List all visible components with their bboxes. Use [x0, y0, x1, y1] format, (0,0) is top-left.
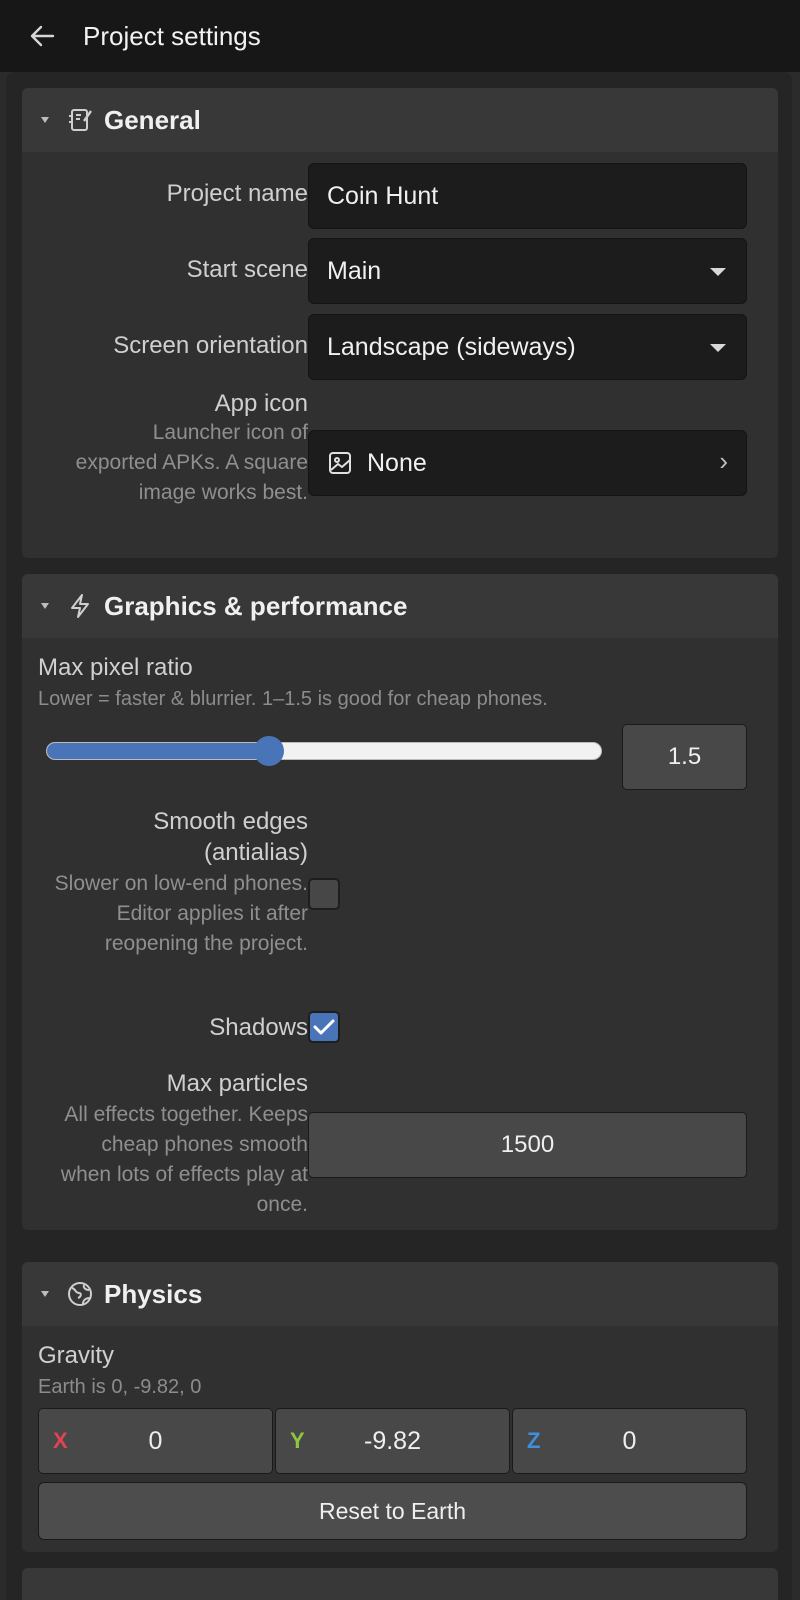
dropdown-arrow-icon: [710, 344, 726, 352]
chevron-right-icon: ›: [719, 446, 728, 476]
pixel-ratio-label: Max pixel ratio: [38, 654, 193, 681]
pixel-ratio-slider[interactable]: [46, 736, 602, 766]
max-particles-help: All effects together. Keeps cheap phones…: [60, 1103, 308, 1216]
caret-down-icon: [41, 603, 49, 609]
pixel-ratio-help: Lower = faster & blurrier. 1–1.5 is good…: [38, 688, 548, 710]
settings-panel: General Project name Coin Hunt Start sce…: [6, 72, 792, 1600]
arrow-left-icon: [30, 25, 55, 47]
edit-icon: [66, 106, 94, 134]
physics-section: Physics Gravity Earth is 0, -9.82, 0 X 0…: [22, 1262, 778, 1552]
general-section: General Project name Coin Hunt Start sce…: [22, 88, 778, 558]
start-scene-value: Main: [327, 256, 382, 285]
slider-fill: [47, 743, 269, 759]
dropdown-arrow-icon: [710, 268, 726, 276]
start-scene-select[interactable]: Main: [308, 238, 747, 304]
physics-section-header[interactable]: Physics: [22, 1262, 778, 1326]
project-name-input[interactable]: Coin Hunt: [308, 163, 747, 229]
caret-down-icon: [41, 1291, 49, 1297]
gravity-x-input[interactable]: X 0: [38, 1408, 273, 1474]
graphics-section-header[interactable]: Graphics & performance: [22, 574, 778, 638]
pixel-ratio-input[interactable]: 1.5: [622, 724, 747, 790]
antialias-checkbox[interactable]: [308, 878, 340, 910]
globe-icon: [66, 1280, 94, 1308]
orientation-label: Screen orientation: [113, 332, 308, 359]
gravity-x-value: 0: [148, 1427, 163, 1455]
reset-to-earth-button[interactable]: Reset to Earth: [38, 1482, 747, 1540]
caret-down-icon: [41, 117, 49, 123]
general-section-title: General: [104, 104, 201, 135]
graphics-section: Graphics & performance Max pixel ratio L…: [22, 574, 778, 1230]
physics-section-title: Physics: [104, 1278, 203, 1309]
project-name-value: Coin Hunt: [327, 181, 439, 210]
app-icon-value: None: [367, 448, 427, 477]
next-section-header[interactable]: [22, 1568, 778, 1600]
back-button[interactable]: [20, 14, 64, 58]
max-particles-label: Max particles: [166, 1070, 308, 1097]
start-scene-label: Start scene: [186, 256, 308, 283]
shadows-label: Shadows: [209, 1014, 308, 1041]
checkmark-icon: [313, 1019, 335, 1035]
app-icon-help: Launcher icon of exported APKs. A square…: [75, 421, 308, 504]
image-icon: [327, 450, 353, 476]
app-icon-label: App icon: [214, 390, 308, 417]
orientation-value: Landscape (sideways): [327, 332, 576, 361]
antialias-help: Slower on low-end phones. Editor applies…: [54, 872, 308, 955]
orientation-select[interactable]: Landscape (sideways): [308, 314, 747, 380]
general-section-header[interactable]: General: [22, 88, 778, 152]
slider-thumb[interactable]: [254, 736, 284, 766]
antialias-label: Smooth edges (antialias): [153, 808, 308, 866]
max-particles-input[interactable]: 1500: [308, 1112, 747, 1178]
shadows-checkbox[interactable]: [308, 1011, 340, 1043]
gravity-z-input[interactable]: Z 0: [512, 1408, 747, 1474]
gravity-y-value: -9.82: [364, 1427, 421, 1455]
graphics-section-title: Graphics & performance: [104, 590, 408, 621]
lightning-icon: [66, 592, 94, 620]
gravity-label: Gravity: [38, 1342, 115, 1369]
page-title: Project settings: [83, 20, 261, 51]
project-name-label: Project name: [166, 180, 308, 207]
gravity-z-value: 0: [622, 1427, 637, 1455]
gravity-help: Earth is 0, -9.82, 0: [38, 1376, 202, 1398]
top-bar: Project settings: [0, 0, 800, 72]
app-icon-picker[interactable]: None ›: [308, 430, 747, 496]
gravity-y-input[interactable]: Y -9.82: [275, 1408, 510, 1474]
